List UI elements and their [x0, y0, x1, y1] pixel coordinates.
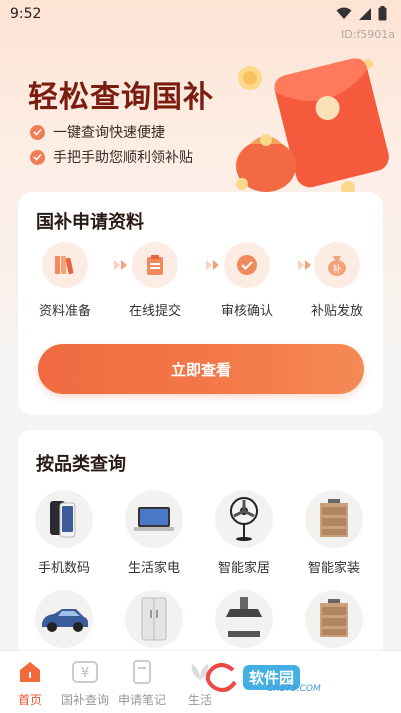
- cabinet-icon: [305, 490, 363, 548]
- watermark-logo: 软件园 CR173.COM: [205, 662, 321, 694]
- category-kitchen[interactable]: [204, 590, 284, 648]
- app-id-label: ID:f5901a: [340, 28, 395, 41]
- tab-subsidy-query[interactable]: ¥ 国补查询: [55, 657, 115, 708]
- step-submit: 在线提交: [120, 242, 190, 319]
- books-icon: [42, 242, 88, 288]
- step-label: 资料准备: [38, 304, 91, 319]
- category-home-decor[interactable]: 智能家装: [294, 490, 374, 576]
- money-bag-glyph: 补: [332, 263, 341, 275]
- wifi-icon: [336, 7, 352, 19]
- cabinet-icon: [305, 590, 363, 648]
- check-icon: [30, 149, 45, 165]
- step-label: 补贴发放: [310, 304, 363, 319]
- category-label: 生活家电: [127, 561, 180, 576]
- svg-text:¥: ¥: [81, 666, 89, 681]
- range-hood-icon: [215, 590, 273, 648]
- view-now-button[interactable]: 立即查看: [38, 344, 364, 394]
- step-label: 审核确认: [220, 304, 273, 319]
- step-payout: 补 补贴发放: [302, 242, 372, 319]
- apply-steps: 资料准备 在线提交 审核确认 补 补贴发放: [18, 242, 383, 332]
- laptop-icon: [125, 490, 183, 548]
- status-icons: [336, 6, 387, 21]
- status-time: 9:52: [10, 6, 42, 22]
- watermark-url: CR173.COM: [267, 684, 321, 694]
- red-envelope-illustration: [236, 58, 389, 195]
- category-phone[interactable]: 手机数码: [24, 490, 104, 576]
- money-bag-icon: 补: [314, 242, 360, 288]
- hero-bullet: 一键查询快速便捷: [30, 122, 165, 142]
- category-card-title: 按品类查询: [36, 454, 126, 475]
- step-prepare: 资料准备: [30, 242, 100, 319]
- tab-notes[interactable]: 申请笔记: [112, 657, 172, 708]
- tab-label: 首页: [17, 693, 42, 707]
- battery-icon: [378, 6, 387, 21]
- clipboard-icon: [132, 242, 178, 288]
- apply-card-title: 国补申请资料: [36, 212, 144, 233]
- car-icon: [35, 590, 93, 648]
- watermark-swirl-icon: [205, 663, 237, 692]
- tab-label: 申请笔记: [117, 693, 166, 707]
- step-label: 在线提交: [128, 304, 181, 319]
- phone-icon: [35, 490, 93, 548]
- tab-label: 国补查询: [60, 693, 109, 707]
- category-label: 智能家居: [217, 561, 270, 576]
- category-furniture[interactable]: [294, 590, 374, 648]
- step-review: 审核确认: [212, 242, 282, 319]
- tab-label: 生活: [187, 693, 212, 707]
- apply-info-card: 国补申请资料 资料准备 在线提交 审核确认 补 补贴发放 立即查看: [18, 192, 383, 415]
- category-card: 按品类查询 手机数码 生活家电 智能家居 智能家装: [18, 430, 383, 660]
- hero-bullet: 手把手助您顺利领补贴: [30, 147, 193, 167]
- category-smart-home[interactable]: 智能家居: [204, 490, 284, 576]
- category-label: 手机数码: [37, 561, 90, 576]
- signal-icon: [359, 7, 371, 20]
- hero-bullet-text: 一键查询快速便捷: [53, 125, 165, 141]
- fridge-icon: [125, 590, 183, 648]
- check-icon: [30, 124, 45, 140]
- status-bar: 9:52: [0, 0, 401, 28]
- yen-icon: ¥: [70, 657, 100, 687]
- category-appliance[interactable]: 生活家电: [114, 490, 194, 576]
- fan-icon: [215, 490, 273, 548]
- category-label: 智能家装: [307, 561, 360, 576]
- bottom-tab-bar: 首页 ¥ 国补查询 申请笔记 生活: [0, 650, 401, 713]
- hero-title: 轻松查询国补: [28, 80, 214, 115]
- category-car[interactable]: [24, 590, 104, 648]
- tab-home[interactable]: 首页: [0, 657, 60, 708]
- category-fridge[interactable]: [114, 590, 194, 648]
- hero-bullet-text: 手把手助您顺利领补贴: [53, 150, 193, 166]
- check-badge-icon: [224, 242, 270, 288]
- notebook-icon: [127, 657, 157, 687]
- home-icon: [15, 657, 45, 687]
